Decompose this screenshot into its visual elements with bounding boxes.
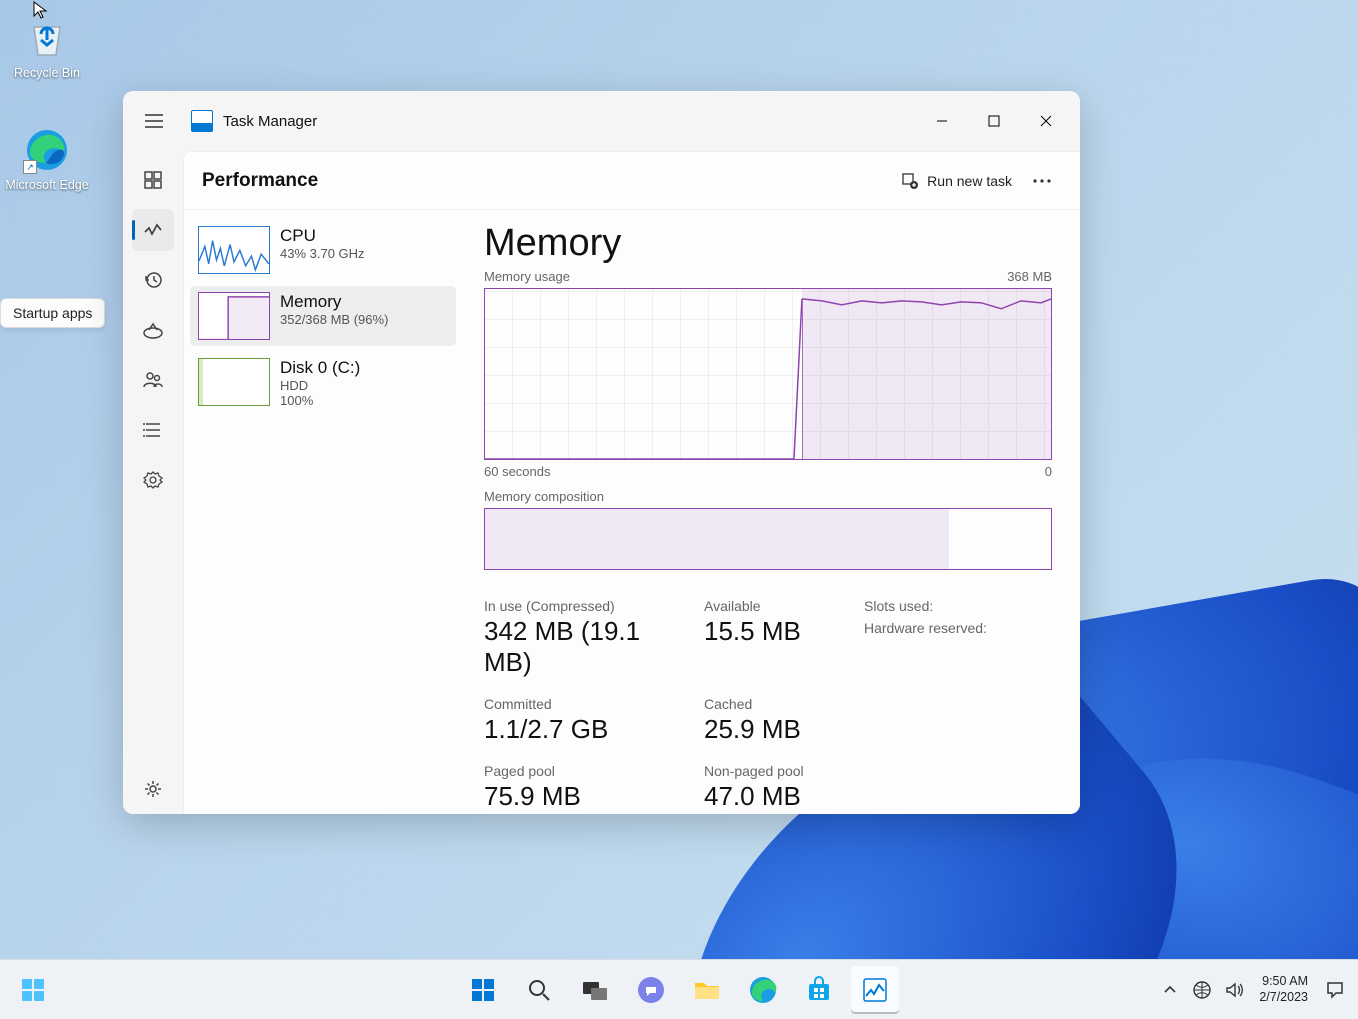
- edge-label: Microsoft Edge: [5, 178, 88, 192]
- task-manager-taskbar-icon: [861, 976, 889, 1004]
- resource-list: CPU 43% 3.70 GHz Memory 352/368 MB (96%): [184, 210, 462, 814]
- committed-value: 1.1/2.7 GB: [484, 714, 694, 745]
- hardware-reserved-label: Hardware reserved:: [864, 620, 1080, 636]
- maximize-button[interactable]: [968, 101, 1020, 141]
- task-manager-window: Task Manager Performance: [123, 91, 1080, 814]
- folder-icon: [692, 977, 722, 1003]
- nav-selection-indicator: [132, 220, 135, 240]
- file-explorer-button[interactable]: [683, 966, 731, 1014]
- shortcut-arrow-icon: ↗: [23, 160, 37, 174]
- resource-disk-sub: HDD: [280, 378, 360, 393]
- task-manager-taskbar-button[interactable]: [851, 966, 899, 1014]
- window-title: Task Manager: [223, 113, 916, 130]
- notification-icon: [1324, 979, 1346, 1001]
- in-use-value: 342 MB (19.1 MB): [484, 616, 694, 678]
- nav-startup-apps[interactable]: [132, 309, 174, 351]
- start-button[interactable]: [459, 966, 507, 1014]
- paged-pool-label: Paged pool: [484, 763, 694, 779]
- mouse-cursor: [32, 0, 52, 20]
- edge-taskbar-button[interactable]: [739, 966, 787, 1014]
- paged-pool-value: 75.9 MB: [484, 781, 694, 812]
- memory-usage-chart: [484, 288, 1052, 460]
- chat-icon: [636, 975, 666, 1005]
- nav-rail: [123, 151, 183, 814]
- minimize-button[interactable]: [916, 101, 968, 141]
- clock[interactable]: 9:50 AM 2/7/2023: [1259, 974, 1308, 1005]
- detail-title: Memory: [484, 222, 1052, 265]
- nav-performance[interactable]: [132, 209, 174, 251]
- resource-disk-sub2: 100%: [280, 393, 360, 408]
- store-icon: [805, 976, 833, 1004]
- available-value: 15.5 MB: [704, 616, 854, 647]
- nav-settings[interactable]: [132, 768, 174, 810]
- network-button[interactable]: [1191, 979, 1213, 1001]
- detail-pane: Memory Memory usage 368 MB: [462, 210, 1080, 814]
- nonpaged-pool-label: Non-paged pool: [704, 763, 854, 779]
- titlebar[interactable]: Task Manager: [123, 91, 1080, 151]
- disk-thumbnail: [198, 358, 270, 406]
- memory-composition-bar: [484, 508, 1052, 570]
- chart-caption-right: 368 MB: [1007, 269, 1052, 284]
- speaker-icon: [1224, 980, 1244, 1000]
- startup-apps-tooltip: Startup apps: [0, 298, 105, 328]
- globe-icon: [1192, 980, 1212, 1000]
- nav-app-history[interactable]: [132, 259, 174, 301]
- task-manager-icon: [191, 110, 213, 132]
- nav-services[interactable]: [132, 459, 174, 501]
- cached-value: 25.9 MB: [704, 714, 854, 745]
- taskbar: 9:50 AM 2/7/2023: [0, 959, 1358, 1019]
- hamburger-menu-button[interactable]: [135, 102, 173, 140]
- cpu-thumbnail: [198, 226, 270, 274]
- resource-memory-name: Memory: [280, 292, 388, 312]
- available-label: Available: [704, 598, 854, 614]
- task-view-button[interactable]: [571, 966, 619, 1014]
- task-view-icon: [581, 978, 609, 1002]
- in-use-label: In use (Compressed): [484, 598, 694, 614]
- tray-overflow-button[interactable]: [1159, 979, 1181, 1001]
- recycle-bin-icon: [23, 14, 71, 62]
- run-task-icon: [901, 172, 919, 190]
- run-new-task-button[interactable]: Run new task: [891, 166, 1022, 196]
- edge-shortcut[interactable]: ↗ Microsoft Edge: [2, 126, 92, 192]
- memory-thumbnail: [198, 292, 270, 340]
- clock-time: 9:50 AM: [1262, 974, 1308, 990]
- close-button[interactable]: [1020, 101, 1072, 141]
- run-new-task-label: Run new task: [927, 173, 1012, 189]
- widgets-button[interactable]: [8, 965, 58, 1015]
- axis-right-label: 0: [1045, 464, 1052, 479]
- nav-details[interactable]: [132, 409, 174, 451]
- more-options-button[interactable]: [1022, 173, 1062, 189]
- resource-cpu-name: CPU: [280, 226, 365, 246]
- composition-label: Memory composition: [484, 489, 1052, 504]
- chart-caption-left: Memory usage: [484, 269, 570, 284]
- resource-cpu[interactable]: CPU 43% 3.70 GHz: [190, 220, 456, 280]
- recycle-bin-label: Recycle Bin: [14, 66, 80, 80]
- chat-button[interactable]: [627, 966, 675, 1014]
- chevron-up-icon: [1163, 983, 1177, 997]
- resource-disk-name: Disk 0 (C:): [280, 358, 360, 378]
- resource-disk[interactable]: Disk 0 (C:) HDD 100%: [190, 352, 456, 414]
- committed-label: Committed: [484, 696, 694, 712]
- nav-users[interactable]: [132, 359, 174, 401]
- clock-date: 2/7/2023: [1259, 990, 1308, 1006]
- edge-taskbar-icon: [748, 975, 778, 1005]
- nav-processes[interactable]: [132, 159, 174, 201]
- ellipsis-icon: [1033, 179, 1051, 183]
- store-button[interactable]: [795, 966, 843, 1014]
- composition-used-segment: [485, 509, 949, 569]
- page-title: Performance: [202, 170, 891, 192]
- axis-left-label: 60 seconds: [484, 464, 551, 479]
- search-button[interactable]: [515, 966, 563, 1014]
- nonpaged-pool-value: 47.0 MB: [704, 781, 854, 812]
- resource-memory-sub: 352/368 MB (96%): [280, 312, 388, 327]
- edge-icon: ↗: [23, 126, 71, 174]
- search-icon: [526, 977, 552, 1003]
- volume-button[interactable]: [1223, 979, 1245, 1001]
- cached-label: Cached: [704, 696, 854, 712]
- notification-center-button[interactable]: [1322, 977, 1348, 1003]
- recycle-bin-shortcut[interactable]: Recycle Bin: [2, 14, 92, 80]
- slots-used-label: Slots used:: [864, 598, 1080, 614]
- resource-cpu-sub: 43% 3.70 GHz: [280, 246, 365, 261]
- resource-memory[interactable]: Memory 352/368 MB (96%): [190, 286, 456, 346]
